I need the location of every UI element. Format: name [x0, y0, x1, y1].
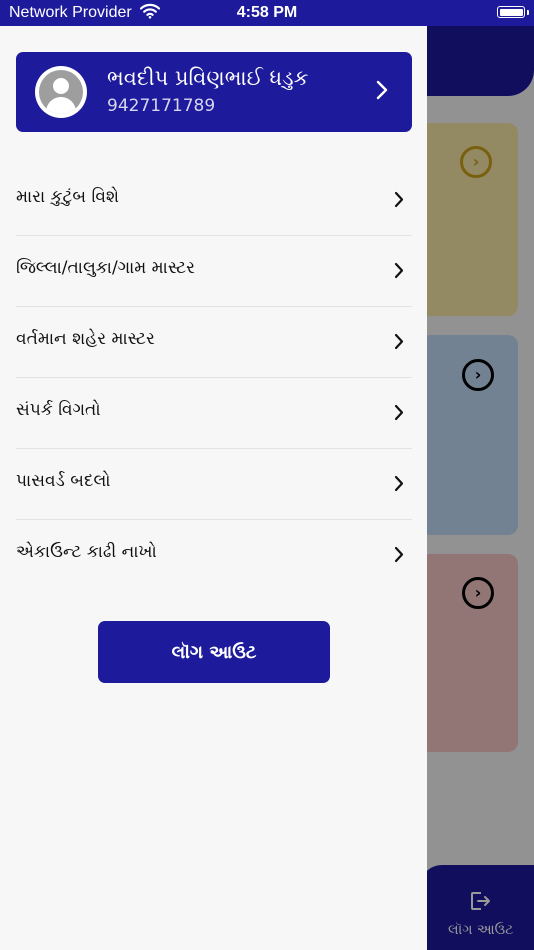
menu-item-label: મારા કુટુંબ વિશે — [16, 187, 120, 207]
menu-item-city-master[interactable]: વર્તમાન શહેર માસ્ટર — [16, 307, 412, 378]
chevron-right-icon — [394, 404, 404, 425]
clock: 4:58 PM — [236, 4, 298, 21]
chevron-right-icon — [394, 191, 404, 212]
menu-item-family[interactable]: મારા કુટુંબ વિશે — [16, 165, 412, 236]
menu-item-label: જિલ્લા/તાલુકા/ગામ માસ્ટર — [16, 258, 195, 278]
navigation-drawer: ભવદીપ પ્રવિણભાઈ ધડુક 9427171789 મારા કુટ… — [0, 26, 427, 950]
chevron-right-icon — [394, 333, 404, 354]
menu-item-district-master[interactable]: જિલ્લા/તાલુકા/ગામ માસ્ટર — [16, 236, 412, 307]
menu-item-label: એકાઉન્ટ કાઢી નાખો — [16, 542, 157, 562]
chevron-right-icon — [376, 80, 388, 104]
menu-item-label: પાસવર્ડ બદલો — [16, 471, 111, 491]
menu-item-label: વર્તમાન શહેર માસ્ટર — [16, 329, 155, 349]
battery-tip — [527, 10, 529, 15]
menu-item-delete-account[interactable]: એકાઉન્ટ કાઢી નાખો — [16, 520, 412, 590]
drawer-menu: મારા કુટુંબ વિશે જિલ્લા/તાલુકા/ગામ માસ્ટ… — [16, 165, 412, 590]
avatar — [35, 66, 87, 118]
chevron-right-icon — [394, 546, 404, 567]
logout-button[interactable]: લૉગ આઉટ — [98, 621, 330, 683]
profile-name: ભવદીપ પ્રવિણભાઈ ધડુક — [107, 66, 309, 90]
menu-item-change-password[interactable]: પાસવર્ડ બદલો — [16, 449, 412, 520]
profile-phone: 9427171789 — [107, 96, 216, 116]
profile-card[interactable]: ભવદીપ પ્રવિણભાઈ ધડુક 9427171789 — [16, 52, 412, 132]
chevron-right-icon — [394, 262, 404, 283]
chevron-right-icon — [394, 475, 404, 496]
menu-item-contact-details[interactable]: સંપર્ક વિગતો — [16, 378, 412, 449]
status-bar: Network Provider 4:58 PM — [0, 0, 534, 26]
battery-icon — [497, 6, 525, 18]
menu-item-label: સંપર્ક વિગતો — [16, 400, 101, 420]
user-icon — [39, 70, 83, 114]
